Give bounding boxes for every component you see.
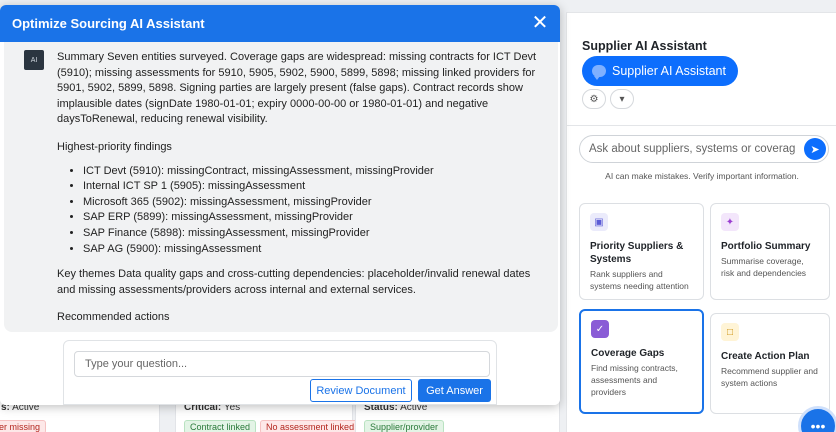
chat-icon: [592, 65, 606, 80]
list-item: SAP ERP (5899): missingAssessment, missi…: [83, 210, 548, 226]
dialog-body: AI Summary Seven entities surveyed. Cove…: [0, 42, 560, 405]
assistant-dialog: Optimize Sourcing AI Assistant ✕ AI Summ…: [0, 5, 560, 405]
status-badge: No assessment linked: [260, 420, 361, 432]
panel-controls: ⚙ ▾: [582, 89, 836, 109]
review-document-button[interactable]: Review Document: [310, 379, 412, 402]
findings-heading: Highest-priority findings: [57, 140, 172, 153]
list-item: Microsoft 365 (5902): missingAssessment,…: [83, 195, 548, 211]
supplier-assistant-button[interactable]: Supplier AI Assistant: [582, 56, 738, 86]
card-portfolio-summary[interactable]: ✦ Portfolio Summary Summarise coverage, …: [710, 203, 830, 300]
tag-list: er missing: [0, 420, 151, 432]
check-icon: ✓: [591, 320, 609, 338]
card-title: Priority Suppliers & Systems: [590, 241, 684, 265]
disclaimer: AI can make mistakes. Verify important i…: [605, 171, 799, 181]
plan-icon: □: [721, 323, 739, 341]
list-item: ICT Devt (5910): missingContract, missin…: [83, 164, 548, 180]
question-input[interactable]: [74, 351, 490, 377]
card-priority-suppliers[interactable]: ▣ Priority Suppliers & Systems Rank supp…: [579, 203, 704, 300]
actions-heading: Recommended actions: [57, 311, 170, 324]
findings-list: ICT Devt (5910): missingContract, missin…: [83, 164, 548, 258]
card-coverage-gaps[interactable]: ✓ Coverage Gaps Find missing contracts, …: [579, 309, 704, 414]
tag-list: Supplier/provider: [364, 420, 551, 432]
assistant-message: AI Summary Seven entities surveyed. Cove…: [4, 42, 558, 332]
card-title: Create Action Plan: [721, 351, 810, 362]
dialog-title: Optimize Sourcing AI Assistant: [12, 16, 205, 31]
priority-icon: ▣: [590, 213, 608, 231]
supplier-search-field: ➤: [579, 135, 829, 163]
send-icon[interactable]: ➤: [804, 138, 826, 160]
close-icon[interactable]: ✕: [530, 13, 550, 33]
card-description: Find missing contracts, assessments and …: [591, 363, 678, 397]
status-badge: er missing: [0, 420, 47, 432]
divider: [567, 125, 836, 126]
supplier-search-input[interactable]: [580, 136, 795, 162]
card-description: Rank suppliers and systems needing atten…: [590, 269, 689, 291]
status-badge: Contract linked: [184, 420, 257, 432]
card-title: Portfolio Summary: [721, 241, 811, 252]
get-answer-button[interactable]: Get Answer: [418, 379, 491, 402]
supplier-assistant-panel: Supplier AI Assistant Supplier AI Assist…: [566, 12, 836, 432]
gear-icon[interactable]: ⚙: [582, 89, 606, 109]
card-description: Recommend supplier and system actions: [721, 366, 818, 388]
list-item: Internal ICT SP 1 (5905): missingAssessm…: [83, 179, 548, 195]
dialog-header: Optimize Sourcing AI Assistant ✕: [0, 5, 560, 42]
summary-paragraph: Summary Seven entities surveyed. Coverag…: [57, 51, 537, 126]
ai-avatar-icon: AI: [24, 50, 44, 70]
chevron-down-icon[interactable]: ▾: [610, 89, 634, 109]
panel-title: Supplier AI Assistant: [582, 39, 707, 53]
card-description: Summarise coverage, risk and dependencie…: [721, 256, 807, 278]
list-item: SAP Finance (5898): missingAssessment, m…: [83, 226, 548, 242]
pill-label: Supplier AI Assistant: [612, 64, 726, 78]
sparkle-icon: ✦: [721, 213, 739, 231]
card-action-plan[interactable]: □ Create Action Plan Recommend supplier …: [710, 313, 830, 414]
themes-paragraph: Key themes Data quality gaps and cross-c…: [57, 268, 531, 296]
question-composer: Review Document Get Answer: [63, 340, 497, 405]
message-text: Summary Seven entities surveyed. Coverag…: [57, 50, 548, 326]
list-item: SAP AG (5900): missingAssessment: [83, 242, 548, 258]
status-badge: Supplier/provider: [364, 420, 445, 432]
tag-list: Contract linked No assessment linked: [184, 420, 361, 432]
card-title: Coverage Gaps: [591, 348, 665, 359]
